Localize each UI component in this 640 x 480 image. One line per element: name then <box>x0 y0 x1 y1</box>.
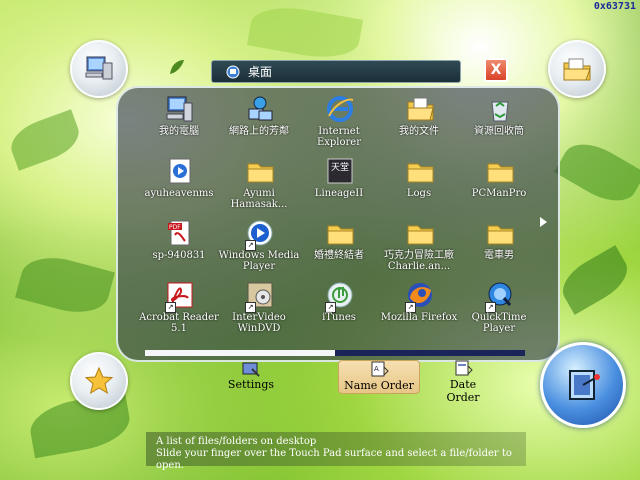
desktop-item-label: 我的電腦 <box>159 126 199 137</box>
lineage-icon: 天堂 <box>327 158 353 184</box>
desktop-item-label: QuickTime Player <box>471 312 527 334</box>
desktop-item-label: 網路上的芳鄰 <box>229 126 289 137</box>
svg-text:天: 天 <box>331 163 340 173</box>
desktop-item-label: 巧克力冒險工廠 Charlie.an... <box>384 250 454 272</box>
svg-text:PDF: PDF <box>169 224 181 231</box>
folder-icon <box>487 225 514 245</box>
desktop-file-panel: 我的電腦 網路上的芳鄰 Internet Explorer 我的文件 資源回收筒 ayuh… <box>116 86 560 362</box>
sort-name-icon: A <box>371 361 389 377</box>
date-order-label: Date Order <box>446 378 480 404</box>
desktop-item[interactable]: ↗ Mozilla Firefox <box>378 278 460 342</box>
folder-icon <box>407 225 434 245</box>
desktop-item[interactable]: ↗ QuickTime Player <box>458 278 540 342</box>
close-button[interactable]: X <box>484 58 508 82</box>
open-folder-icon <box>563 58 591 81</box>
star-icon <box>84 366 114 395</box>
open-folder-button[interactable] <box>548 40 606 98</box>
background-leaf <box>5 109 85 171</box>
close-icon: X <box>490 62 502 78</box>
name-order-label: Name Order <box>344 379 414 392</box>
desktop-item-label: Mozilla Firefox <box>380 312 458 323</box>
desktop-item[interactable]: ↗ Acrobat Reader 5.1 <box>138 278 220 342</box>
file-grid: 我的電腦 網路上的芳鄰 Internet Explorer 我的文件 資源回收筒 ayuh… <box>138 92 538 352</box>
desktop-item-label: 電車男 <box>484 250 514 261</box>
desktop-item-label: sp-940831 <box>152 250 206 261</box>
settings-button[interactable]: Settings <box>226 360 276 392</box>
recycle-bin-icon <box>491 101 509 122</box>
desktop-item-label: Acrobat Reader 5.1 <box>139 312 219 334</box>
background-leaf <box>246 0 364 65</box>
desktop-item-label: ayuheavenms <box>144 188 214 199</box>
desktop-item-label: 婚禮終結者 <box>314 250 364 261</box>
sort-date-icon <box>455 360 473 376</box>
folder-icon <box>247 163 274 183</box>
exit-icon <box>569 370 600 400</box>
date-order-button[interactable]: Date Order <box>434 360 492 404</box>
folder-icon <box>327 225 354 245</box>
desktop-item[interactable]: PDF sp-940831 <box>138 216 220 280</box>
desktop-icon <box>226 65 240 78</box>
desktop-item[interactable]: Logs <box>378 154 460 218</box>
frame-counter: 0x63731 <box>593 1 636 12</box>
computer-icon <box>166 96 193 122</box>
pdf-icon: PDF <box>168 220 190 246</box>
name-order-button[interactable]: A Name Order <box>338 360 420 394</box>
status-hint: A list of files/folders on desktop Slide… <box>146 432 526 471</box>
hint-line-1: A list of files/folders on desktop <box>156 436 317 447</box>
desktop-item[interactable]: 我的電腦 <box>138 92 220 156</box>
desktop-item-label: 我的文件 <box>399 126 439 137</box>
desktop-item[interactable]: 資源回收筒 <box>458 92 540 156</box>
background-leaf <box>554 245 636 315</box>
desktop-item[interactable]: ↗ iTunes <box>298 278 380 342</box>
scrollbar-thumb[interactable] <box>145 350 335 356</box>
desktop-item[interactable]: Ayumi Hamasak... <box>218 154 300 218</box>
documents-folder-icon <box>407 97 434 121</box>
desktop-item[interactable]: PCManPro <box>458 154 540 218</box>
desktop-item-label: Ayumi Hamasak... <box>230 188 288 210</box>
media-file-icon <box>169 158 191 184</box>
favorites-button[interactable] <box>70 352 128 410</box>
my-computer-button[interactable] <box>70 40 128 98</box>
network-icon <box>248 96 273 121</box>
svg-text:堂: 堂 <box>340 161 349 173</box>
scrollbar[interactable] <box>145 350 525 356</box>
desktop-item-label: LineageII <box>314 188 364 199</box>
desktop-item[interactable]: 電車男 <box>458 216 540 280</box>
desktop-item[interactable]: ayuheavenms <box>138 154 220 218</box>
exit-button[interactable] <box>540 342 626 428</box>
background-leaf <box>15 249 115 321</box>
desktop-item[interactable]: Internet Explorer <box>298 92 380 156</box>
desktop-item[interactable]: 天堂 LineageII <box>298 154 380 218</box>
settings-icon <box>242 362 260 377</box>
desktop-item[interactable]: ↗ InterVideo WinDVD <box>218 278 300 342</box>
folder-icon <box>487 163 514 183</box>
desktop-item[interactable]: 我的文件 <box>378 92 460 156</box>
window-title: 桌面 <box>248 65 273 79</box>
background-leaf <box>554 133 640 212</box>
desktop-item-label: Windows Media Player <box>218 250 300 272</box>
desktop-item[interactable]: 網路上的芳鄰 <box>218 92 300 156</box>
folder-icon <box>407 163 434 183</box>
leaf-logo-icon <box>168 58 186 76</box>
svg-text:A: A <box>374 365 379 373</box>
window-titlebar: 桌面 <box>211 60 461 83</box>
desktop-item-label: iTunes <box>322 312 356 323</box>
desktop-item-label: Internet Explorer <box>316 126 362 148</box>
desktop-item[interactable]: 婚禮終結者 <box>298 216 380 280</box>
desktop-item-label: 資源回收筒 <box>474 126 524 137</box>
hint-line-2: Slide your finger over the Touch Pad sur… <box>156 448 512 471</box>
computer-icon <box>85 56 113 80</box>
desktop-item-label: InterVideo WinDVD <box>232 312 286 334</box>
next-page-arrow-icon[interactable] <box>540 217 547 227</box>
desktop-item[interactable]: 巧克力冒險工廠 Charlie.an... <box>378 216 460 280</box>
desktop-item-label: PCManPro <box>471 188 527 199</box>
desktop-item-label: Logs <box>406 188 432 199</box>
desktop-item[interactable]: ↗ Windows Media Player <box>218 216 300 280</box>
ie-icon <box>327 96 354 122</box>
settings-label: Settings <box>227 378 275 391</box>
